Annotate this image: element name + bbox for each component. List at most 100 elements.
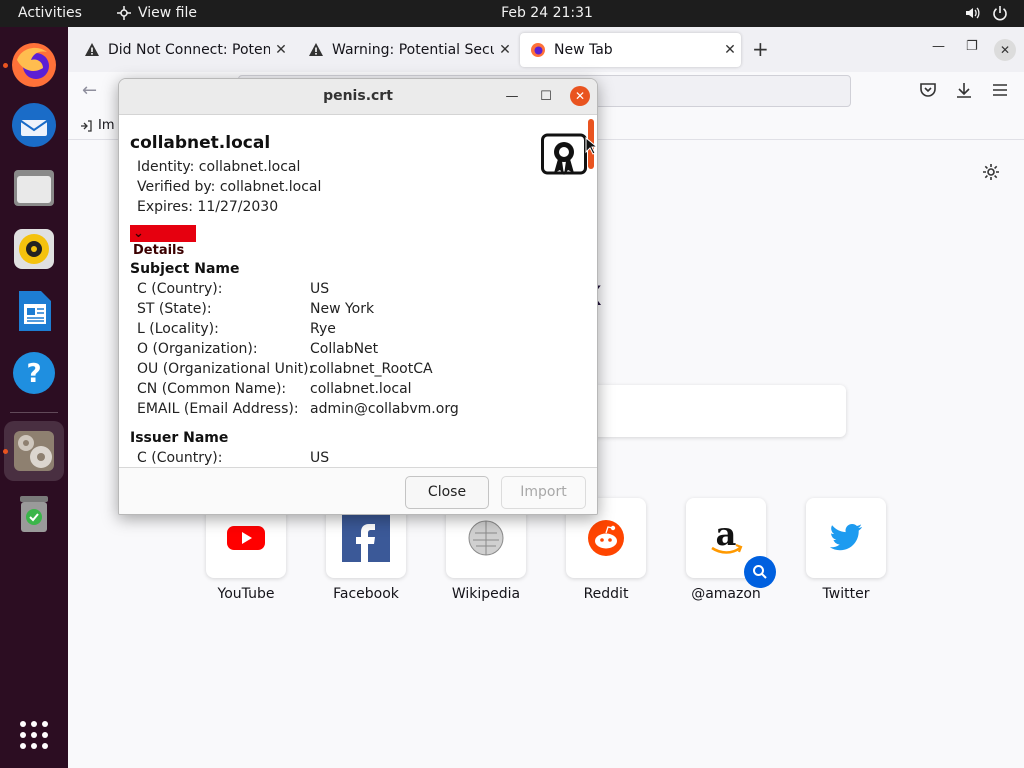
shortcut-label: @amazon — [691, 586, 761, 602]
details-expander[interactable]: ⌄ Details — [130, 225, 196, 258]
dock-writer[interactable] — [4, 281, 64, 341]
field-key: OU (Organizational Unit): — [137, 361, 314, 377]
field-value: Rye — [310, 321, 336, 337]
shortcut-twitter[interactable]: Twitter — [796, 498, 896, 602]
minimize-icon[interactable]: — — [932, 39, 945, 54]
dialog-footer: Close Import — [119, 467, 597, 514]
field-key: L (Locality): — [137, 321, 219, 337]
field-key: O (Organization): — [137, 341, 258, 357]
firefox-icon — [531, 43, 545, 57]
shortcut-label: YouTube — [217, 586, 275, 602]
dock-trash[interactable] — [4, 483, 64, 543]
import-icon — [81, 119, 92, 132]
running-indicator — [3, 449, 8, 454]
reddit-icon — [588, 520, 624, 556]
minimize-icon[interactable]: — — [502, 87, 522, 107]
shortcut-amazon[interactable]: a @amazon — [676, 498, 776, 602]
certificate-verified-by: Verified by: collabnet.local — [137, 179, 322, 195]
shortcut-label: Facebook — [333, 586, 399, 602]
dock-thunderbird[interactable] — [4, 95, 64, 155]
field-value: US — [310, 450, 330, 466]
wikipedia-icon — [468, 520, 504, 556]
shortcut-tile[interactable] — [806, 498, 886, 578]
tab-title: New Tab — [554, 42, 613, 58]
certificate-identity: Identity: collabnet.local — [137, 159, 301, 175]
import-button[interactable]: Import — [501, 476, 586, 509]
clock[interactable]: Feb 24 21:31 — [0, 5, 1024, 21]
tab-close-icon[interactable]: ✕ — [270, 42, 292, 58]
field-key: EMAIL (Email Address): — [137, 401, 299, 417]
maximize-icon[interactable]: ☐ — [536, 87, 556, 107]
files-icon — [14, 170, 54, 206]
menu-icon[interactable] — [990, 80, 1010, 100]
dock-certificate-viewer[interactable] — [3, 421, 64, 481]
shortcut-label: Twitter — [822, 586, 870, 602]
running-indicator — [3, 63, 8, 68]
gear-icon[interactable] — [982, 163, 1000, 181]
svg-text:a: a — [716, 518, 737, 553]
svg-text:?: ? — [26, 359, 41, 389]
window-close-icon[interactable]: ✕ — [994, 39, 1016, 61]
field-key: CN (Common Name): — [137, 381, 287, 397]
dock-firefox[interactable] — [3, 35, 64, 95]
amazon-icon: a — [711, 518, 743, 554]
dock-rhythmbox[interactable] — [4, 219, 64, 279]
tab-warning[interactable]: Warning: Potential Securi ✕ — [298, 33, 516, 67]
shortcut-label: Reddit — [583, 586, 629, 602]
tab-did-not-connect[interactable]: Did Not Connect: Potenti ✕ — [74, 33, 292, 67]
warning-icon — [309, 43, 323, 56]
field-key: C (Country): — [137, 281, 223, 297]
issuer-name-heading: Issuer Name — [130, 430, 229, 446]
top-bar: Activities View file Feb 24 21:31 — [0, 0, 1024, 27]
dock-separator — [10, 412, 58, 413]
system-menu[interactable] — [964, 5, 1008, 21]
back-icon[interactable]: ← — [82, 80, 97, 101]
dialog-header[interactable]: penis.crt — ☐ ✕ — [119, 79, 597, 115]
tab-new-tab[interactable]: New Tab ✕ — [520, 33, 741, 67]
tab-close-icon[interactable]: ✕ — [719, 42, 741, 58]
field-value: CollabNet — [310, 341, 379, 357]
subject-name-heading: Subject Name — [130, 261, 240, 277]
writer-icon — [19, 291, 51, 331]
firefox-icon — [12, 43, 56, 87]
thunderbird-icon — [12, 103, 56, 147]
vertical-scrollbar[interactable] — [585, 115, 597, 467]
dialog-close-icon[interactable]: ✕ — [570, 86, 590, 106]
field-value: admin@collabvm.org — [310, 401, 459, 417]
downloads-icon[interactable] — [954, 80, 974, 100]
certificate-details-pane[interactable]: collabnet.local Identity: collabnet.loca… — [119, 115, 597, 467]
settings-gears-icon — [14, 431, 54, 471]
twitter-icon — [829, 524, 862, 551]
certificate-dialog: penis.crt — ☐ ✕ collabnet.local Identity… — [118, 78, 598, 515]
show-applications-button[interactable] — [4, 705, 64, 765]
dialog-title: penis.crt — [323, 88, 393, 104]
youtube-icon — [227, 526, 265, 550]
shortcut-label: Wikipedia — [451, 586, 521, 602]
tab-title: Did Not Connect: Potenti — [108, 42, 270, 58]
field-key: C (Country): — [137, 450, 223, 466]
field-value: collabnet.local — [310, 381, 412, 397]
warning-icon — [85, 43, 99, 56]
new-tab-button[interactable]: + — [752, 37, 769, 61]
shortcut-tile[interactable]: a — [686, 498, 776, 588]
facebook-icon — [342, 514, 390, 562]
bookmark-import[interactable]: Im — [80, 118, 115, 133]
search-icon — [753, 565, 767, 579]
details-label: Details — [133, 243, 185, 258]
restore-icon[interactable]: ❐ — [966, 39, 978, 54]
certificate-expires: Expires: 11/27/2030 — [137, 199, 279, 215]
chevron-down-icon: ⌄ — [133, 226, 144, 241]
close-button[interactable]: Close — [405, 476, 489, 509]
dock: ? — [0, 27, 68, 768]
field-value: collabnet_RootCA — [310, 361, 433, 377]
pocket-icon[interactable] — [918, 80, 938, 100]
dock-files[interactable] — [4, 157, 64, 217]
tab-close-icon[interactable]: ✕ — [494, 42, 516, 58]
field-value: US — [310, 281, 330, 297]
dock-help[interactable]: ? — [4, 343, 64, 403]
search-badge — [744, 556, 776, 588]
app-grid-icon — [20, 721, 48, 749]
help-icon: ? — [13, 352, 55, 394]
certificate-icon — [541, 133, 587, 175]
tab-title: Warning: Potential Securi — [332, 42, 494, 58]
